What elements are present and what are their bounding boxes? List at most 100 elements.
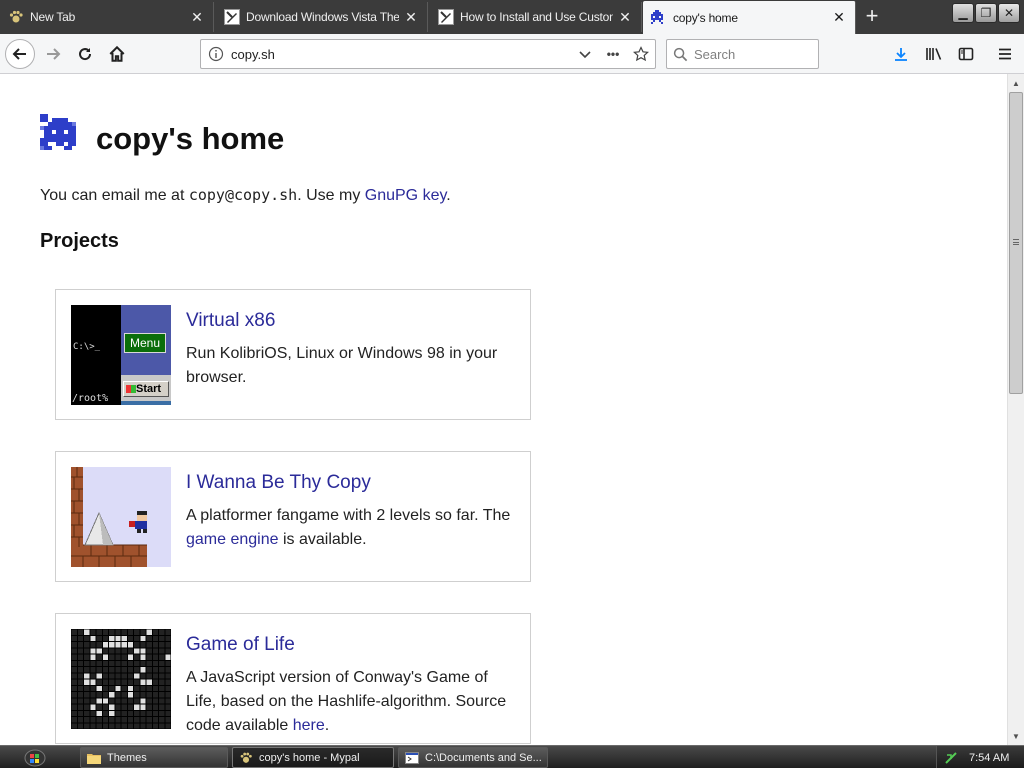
project-description: A platformer fangame with 2 levels so fa… xyxy=(186,504,521,552)
pawprint-icon xyxy=(8,9,24,25)
home-icon xyxy=(109,45,125,62)
system-clock: 7:54 AM xyxy=(969,751,1010,764)
page-title: copy's home xyxy=(96,121,285,156)
projects-heading: Projects xyxy=(40,230,119,252)
tab-title: New Tab xyxy=(30,10,76,24)
tab-new-tab[interactable]: New Tab ✕ xyxy=(0,2,214,32)
tab-bar: New Tab ✕ Download Windows Vista Theme ✕… xyxy=(0,0,1024,34)
home-button[interactable] xyxy=(102,39,132,69)
new-tab-button[interactable]: + xyxy=(860,5,884,29)
email-address: copy@copy.sh xyxy=(188,186,298,204)
description-end-text: is available. xyxy=(278,531,367,548)
pen-icon xyxy=(224,9,240,25)
thumb-menu-label: Menu xyxy=(124,333,166,353)
intro-mid-text: . Use my xyxy=(297,187,365,204)
sidebar-button[interactable] xyxy=(951,39,981,69)
close-tab-icon[interactable]: ✕ xyxy=(403,9,419,26)
game-engine-link[interactable]: game engine xyxy=(186,531,279,548)
tab-install-custom[interactable]: How to Install and Use Custom ✕ xyxy=(430,2,642,32)
thumb-root-text: /root% xyxy=(72,393,109,404)
chevron-down-icon[interactable] xyxy=(571,47,599,61)
arrow-right-icon xyxy=(47,48,61,60)
reload-button[interactable] xyxy=(70,39,100,69)
i-wanna-be-thy-copy-thumbnail[interactable] xyxy=(71,467,171,567)
arrow-left-icon xyxy=(12,48,26,60)
gnupg-key-link[interactable]: GnuPG key xyxy=(365,187,447,204)
virtual-x86-thumbnail[interactable]: C:\>_ /root% Menu Start xyxy=(71,305,171,405)
description-text: A JavaScript version of Conway's Game of… xyxy=(186,669,507,734)
taskbar: Themes copy's home - Mypal C:\Documents … xyxy=(0,745,1024,768)
tab-title: Download Windows Vista Theme xyxy=(246,10,399,24)
url-bar[interactable]: copy.sh ••• xyxy=(200,39,656,69)
search-bar[interactable] xyxy=(666,39,819,69)
intro-text: You can email me at xyxy=(40,187,189,204)
project-description: A JavaScript version of Conway's Game of… xyxy=(186,666,521,738)
project-title-game-of-life[interactable]: Game of Life xyxy=(186,634,295,656)
pawprint-icon xyxy=(239,751,253,765)
intro-end-text: . xyxy=(446,187,451,204)
library-button[interactable] xyxy=(919,39,949,69)
menu-button[interactable] xyxy=(990,39,1020,69)
pen-icon xyxy=(438,9,454,25)
console-icon xyxy=(405,751,419,765)
scroll-down-arrow-icon[interactable]: ▼ xyxy=(1008,728,1024,744)
project-title-virtual-x86[interactable]: Virtual x86 xyxy=(186,310,275,332)
thumb-start-text: Start xyxy=(136,383,162,395)
back-button[interactable] xyxy=(5,39,35,69)
tab-title: How to Install and Use Custom xyxy=(460,10,613,24)
url-text[interactable]: copy.sh xyxy=(231,47,571,62)
minimize-button[interactable]: ▁ xyxy=(952,3,974,23)
taskbar-item-label: Themes xyxy=(107,751,147,764)
project-card-game-of-life: Game of Life A JavaScript version of Con… xyxy=(55,613,531,744)
system-tray: 7:54 AM xyxy=(936,746,1024,768)
close-tab-icon[interactable]: ✕ xyxy=(617,9,633,26)
tab-copys-home[interactable]: copy's home ✕ xyxy=(643,1,856,34)
navigation-toolbar: copy.sh ••• xyxy=(0,34,1024,74)
restore-button[interactable]: ❐ xyxy=(975,3,997,23)
scroll-up-arrow-icon[interactable]: ▲ xyxy=(1008,75,1024,91)
source-code-link[interactable]: here xyxy=(293,717,325,734)
bookmark-star-icon[interactable] xyxy=(627,46,655,62)
windows-logo-icon xyxy=(24,749,46,766)
page-actions-icon[interactable]: ••• xyxy=(599,47,627,61)
thumb-prompt-text: C:\>_ xyxy=(73,342,101,352)
download-arrow-icon xyxy=(895,48,907,61)
project-description: Run KolibriOS, Linux or Windows 98 in yo… xyxy=(186,345,498,386)
thumb-start-label: Start xyxy=(123,381,169,397)
game-of-life-thumbnail[interactable] xyxy=(71,629,171,729)
hamburger-menu-icon xyxy=(999,48,1011,60)
window-controls: ▁ ❐ ✕ xyxy=(952,3,1020,23)
close-tab-icon[interactable]: ✕ xyxy=(189,9,205,26)
search-input[interactable] xyxy=(694,46,804,62)
downloads-button[interactable] xyxy=(886,39,916,69)
taskbar-item-mypal[interactable]: copy's home - Mypal xyxy=(232,747,394,768)
intro-paragraph: You can email me at copy@copy.sh. Use my… xyxy=(40,186,451,205)
tab-download-vista-theme[interactable]: Download Windows Vista Theme ✕ xyxy=(216,2,428,32)
vertical-scrollbar[interactable]: ▲ ▼ xyxy=(1007,74,1024,745)
project-title-i-wanna-be-thy-copy[interactable]: I Wanna Be Thy Copy xyxy=(186,472,371,494)
search-icon xyxy=(673,47,688,61)
taskbar-item-themes[interactable]: Themes xyxy=(80,747,228,768)
page-content: copy's home You can email me at copy@cop… xyxy=(0,74,1007,745)
close-tab-icon[interactable]: ✕ xyxy=(831,9,847,26)
close-window-button[interactable]: ✕ xyxy=(998,3,1020,23)
folder-icon xyxy=(87,751,101,765)
project-card-i-wanna-be-thy-copy: I Wanna Be Thy Copy A platformer fangame… xyxy=(55,451,531,582)
scrollbar-thumb[interactable] xyxy=(1009,92,1023,394)
invader-icon xyxy=(651,9,667,26)
taskbar-item-documents[interactable]: C:\Documents and Se... xyxy=(398,747,548,768)
description-end-text: . xyxy=(324,717,330,734)
reload-icon xyxy=(79,48,92,61)
tab-title: copy's home xyxy=(673,10,738,25)
taskbar-item-label: copy's home - Mypal xyxy=(259,751,360,764)
network-icon[interactable] xyxy=(943,750,959,766)
start-button[interactable] xyxy=(2,747,68,768)
taskbar-item-label: C:\Documents and Se... xyxy=(425,751,542,764)
info-icon[interactable] xyxy=(201,46,231,62)
description-text: A platformer fangame with 2 levels so fa… xyxy=(186,507,511,524)
forward-button[interactable] xyxy=(38,39,68,69)
project-card-virtual-x86: C:\>_ /root% Menu Start Virtual x86 Run … xyxy=(55,289,531,420)
library-icon xyxy=(926,48,942,60)
scrollbar-grip-icon xyxy=(1013,239,1019,245)
invader-logo-icon xyxy=(40,114,80,159)
